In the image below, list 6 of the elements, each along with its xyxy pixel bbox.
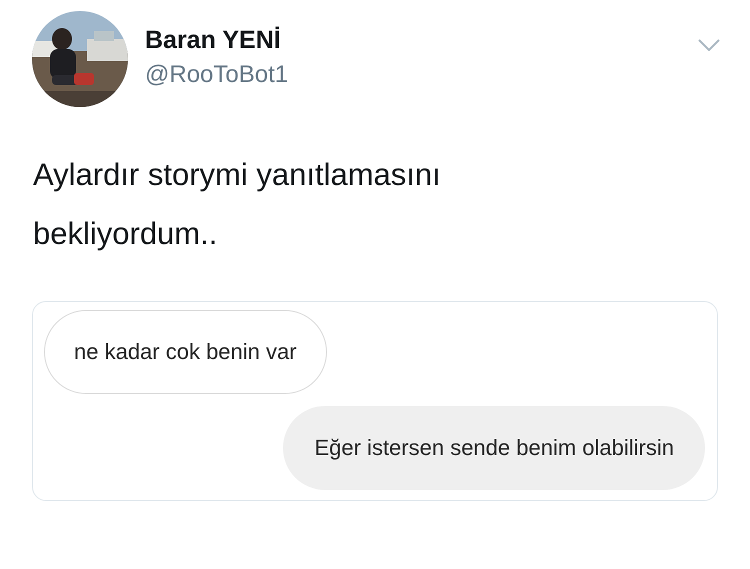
author-handle: @RooToBot1 [145, 60, 288, 90]
received-message: ne kadar cok benin var [44, 310, 327, 394]
author-name: Baran YENİ [145, 25, 282, 56]
chevron-down-icon[interactable] [698, 39, 720, 51]
sent-message: Eğer istersen sende benim olabilirsin [283, 406, 705, 490]
tweet-text: Aylardır storymi yanıtlamasını bekliyordum.. [33, 156, 442, 253]
